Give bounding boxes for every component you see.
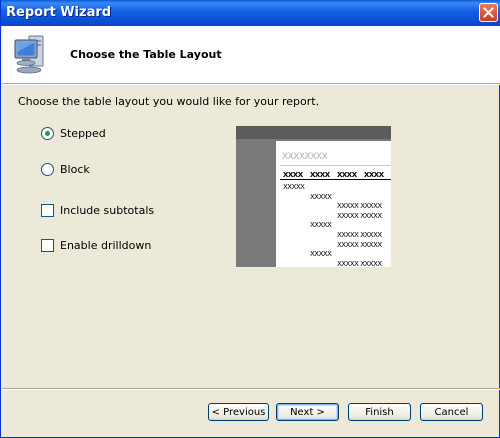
previous-button[interactable]: < Previous (208, 403, 269, 421)
header-divider-highlight (2, 84, 500, 85)
preview-row: XXXXX XXXXX (337, 202, 382, 211)
preview-row: XXXXX (283, 183, 305, 191)
include-subtotals-option[interactable]: Include subtotals (41, 204, 154, 217)
page-title: Choose the Table Layout (70, 48, 222, 61)
preview-row: XXXXX (310, 250, 332, 259)
preview-row: XXXXX XXXXX (337, 240, 382, 249)
title-bar[interactable]: Report Wizard (1, 0, 500, 26)
preview-row: XXXXX (310, 221, 332, 230)
radio-selected-dot (45, 131, 50, 136)
preview-title: XXXXXXXX (282, 152, 328, 162)
stepped-label[interactable]: Stepped (60, 127, 106, 140)
preview-header-4: XXXX (364, 171, 384, 179)
report-wizard-window: Report Wizard Choose the Table Layout Ch… (0, 0, 500, 438)
cancel-button[interactable]: Cancel (420, 403, 483, 421)
close-icon (483, 7, 494, 18)
preview-row: XXXXX (310, 192, 332, 201)
block-radio[interactable] (41, 163, 54, 176)
enable-drilldown-option[interactable]: Enable drilldown (41, 239, 151, 252)
preview-title-rule (280, 165, 391, 166)
preview-header-3: XXXX (337, 171, 357, 179)
enable-drilldown-label[interactable]: Enable drilldown (60, 239, 151, 252)
stepped-radio-option[interactable]: Stepped (41, 127, 106, 140)
instruction-text: Choose the table layout you would like f… (18, 95, 320, 108)
preview-header-2: XXXX (310, 171, 330, 179)
window-title: Report Wizard (6, 5, 112, 20)
next-button[interactable]: Next > (276, 403, 339, 421)
preview-row: XXXXX XXXXX (337, 211, 382, 220)
preview-row: XXXXX XXXXX (337, 231, 382, 239)
include-subtotals-label[interactable]: Include subtotals (60, 204, 154, 217)
enable-drilldown-checkbox[interactable] (41, 239, 54, 252)
preview-row: XXXXX XXXXX (337, 259, 382, 267)
include-subtotals-checkbox[interactable] (41, 204, 54, 217)
layout-preview: XXXXXXXX XXXX XXXX XXXX XXXX XXXXX XXXXX X… (236, 126, 391, 267)
block-radio-option[interactable]: Block (41, 163, 90, 176)
preview-header-1: XXXX (283, 171, 303, 179)
close-button[interactable] (479, 3, 498, 22)
finish-button[interactable]: Finish (348, 403, 411, 421)
footer-divider-highlight (2, 389, 500, 390)
computer-icon (11, 32, 55, 76)
preview-header-rule (280, 179, 391, 180)
preview-top-strip (236, 126, 391, 139)
block-label[interactable]: Block (60, 163, 90, 176)
stepped-radio[interactable] (41, 127, 54, 140)
